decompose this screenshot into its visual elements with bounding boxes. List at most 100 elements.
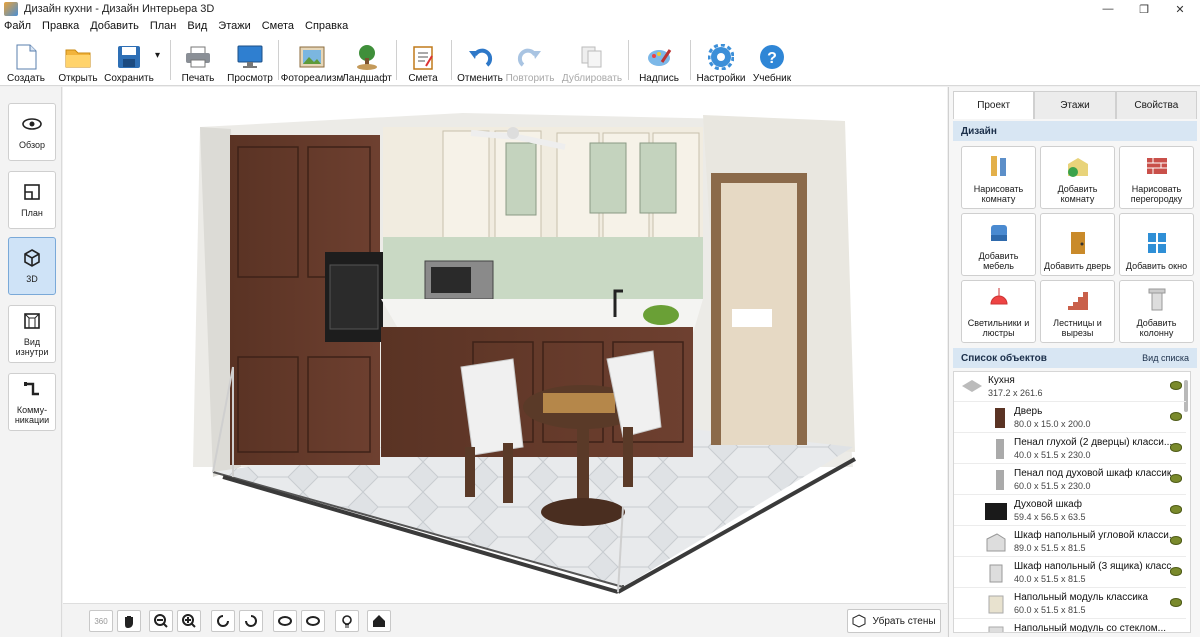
svg-text:?: ? <box>767 50 777 67</box>
list-item[interactable]: Пенал под духовой шкаф классик... 60.0 x… <box>954 465 1186 495</box>
communications-button[interactable]: Комму-никации <box>8 373 56 431</box>
rotate-left-button[interactable] <box>211 610 235 632</box>
design-grid: Нарисовать комнату Добавить комнату Нари… <box>961 146 1197 343</box>
visibility-eye-icon[interactable] <box>1170 412 1182 421</box>
stairs-button[interactable]: Лестницы и вырезы <box>1040 280 1115 343</box>
window-icon <box>1147 233 1166 253</box>
add-column-button[interactable]: Добавить колонну <box>1119 280 1194 343</box>
settings-button[interactable]: Настройки <box>696 36 746 84</box>
list-item[interactable]: Напольный модуль со стеклом... <box>954 620 1186 632</box>
visibility-eye-icon[interactable] <box>1170 567 1182 576</box>
menu-view[interactable]: Вид <box>187 20 207 32</box>
minimize-button[interactable]: — <box>1090 0 1126 18</box>
menu-add[interactable]: Добавить <box>90 20 139 32</box>
eye-icon <box>22 118 42 130</box>
visibility-eye-icon[interactable] <box>1170 474 1182 483</box>
door-thumb-icon <box>995 408 1005 428</box>
visibility-eye-icon[interactable] <box>1170 443 1182 452</box>
visibility-eye-icon[interactable] <box>1170 505 1182 514</box>
estimate-label: Смета <box>408 73 438 84</box>
add-door-button[interactable]: Добавить дверь <box>1040 213 1115 276</box>
add-room-button[interactable]: Добавить комнату <box>1040 146 1115 209</box>
photoreal-button[interactable]: Фотореализм <box>281 36 343 84</box>
list-item[interactable]: Дверь 80.0 x 15.0 x 200.0 <box>954 403 1186 433</box>
undo-button[interactable]: Отменить <box>457 36 503 84</box>
maximize-button[interactable]: ❐ <box>1126 0 1162 18</box>
menu-plan[interactable]: План <box>150 20 177 32</box>
preview-button[interactable]: Просмотр <box>227 36 273 84</box>
menu-floors[interactable]: Этажи <box>218 20 250 32</box>
rotate-360-button[interactable]: 360 <box>89 610 113 632</box>
zoom-out-button[interactable] <box>149 610 173 632</box>
plan-icon <box>24 184 40 200</box>
window-title: Дизайн кухни - Дизайн Интерьера 3D <box>24 3 215 15</box>
save-button[interactable]: Сохранить <box>104 36 154 84</box>
visibility-eye-icon[interactable] <box>1170 381 1182 390</box>
menu-file[interactable]: Файл <box>4 20 31 32</box>
tilt-down-button[interactable] <box>301 610 325 632</box>
tutorial-button[interactable]: ? Учебник <box>752 36 792 84</box>
separator <box>690 40 691 80</box>
home-view-button[interactable] <box>367 610 391 632</box>
list-item[interactable]: Пенал глухой (2 дверцы) класси... 40.0 x… <box>954 434 1186 464</box>
cabinet-thumb-icon <box>989 564 1003 583</box>
lights-button[interactable]: Светильники и люстры <box>961 280 1036 343</box>
monitor-icon <box>236 43 264 71</box>
tab-properties[interactable]: Свойства <box>1115 91 1197 119</box>
redo-button[interactable]: Повторить <box>506 36 554 84</box>
visibility-eye-icon[interactable] <box>1170 536 1182 545</box>
landscape-button[interactable]: Ландшафт <box>342 36 392 84</box>
landscape-label: Ландшафт <box>342 73 392 84</box>
draw-room-icon <box>990 156 1006 176</box>
kitchen-3d-render <box>193 113 856 594</box>
view-3d-button[interactable]: 3D <box>8 237 56 295</box>
list-item[interactable]: Напольный модуль классика 60.0 x 51.5 x … <box>954 589 1186 619</box>
tab-project[interactable]: Проект <box>953 91 1035 119</box>
separator <box>451 40 452 80</box>
panel-tabs: Проект Этажи Свойства <box>953 91 1197 119</box>
list-item[interactable]: Духовой шкаф 59.4 x 56.5 x 63.5 <box>954 496 1186 526</box>
separator <box>278 40 279 80</box>
redo-label: Повторить <box>505 73 555 84</box>
3d-viewport[interactable] <box>63 87 947 637</box>
overview-label: Обзор <box>19 140 45 150</box>
tab-floors[interactable]: Этажи <box>1034 91 1116 119</box>
print-button[interactable]: Печать <box>180 36 216 84</box>
tilt-up-button[interactable] <box>273 610 297 632</box>
overview-button[interactable]: Обзор <box>8 103 56 161</box>
view-list-toggle[interactable]: Вид списка <box>1142 353 1189 363</box>
inside-view-label: Вид изнутри <box>15 337 49 357</box>
label-button[interactable]: Надпись <box>638 36 680 84</box>
cabinet-thumb-icon <box>986 533 1006 552</box>
list-item[interactable]: Кухня 317.2 x 261.6 <box>954 372 1186 402</box>
rotate-right-button[interactable] <box>239 610 263 632</box>
save-dropdown-icon[interactable]: ▾ <box>155 50 160 61</box>
add-furniture-button[interactable]: Добавить мебель <box>961 213 1036 276</box>
draw-room-button[interactable]: Нарисовать комнату <box>961 146 1036 209</box>
draw-partition-button[interactable]: Нарисовать перегородку <box>1119 146 1194 209</box>
zoom-in-icon <box>182 614 196 628</box>
object-list[interactable]: Кухня 317.2 x 261.6 Дверь 80.0 x 15.0 x … <box>953 371 1191 633</box>
rotate-left-icon <box>217 615 229 627</box>
visibility-eye-icon[interactable] <box>1170 598 1182 607</box>
light-button[interactable] <box>335 610 359 632</box>
inside-view-button[interactable]: Вид изнутри <box>8 305 56 363</box>
list-item[interactable]: Шкаф напольный угловой класси... 89.0 x … <box>954 527 1186 557</box>
estimate-button[interactable]: Смета <box>406 36 440 84</box>
open-button[interactable]: Открыть <box>56 36 100 84</box>
menu-estimate[interactable]: Смета <box>262 20 294 32</box>
pan-button[interactable] <box>117 610 141 632</box>
create-button[interactable]: Создать <box>6 36 46 84</box>
add-window-button[interactable]: Добавить окно <box>1119 213 1194 276</box>
zoom-in-button[interactable] <box>177 610 201 632</box>
menu-help[interactable]: Справка <box>305 20 348 32</box>
menu-edit[interactable]: Правка <box>42 20 79 32</box>
close-button[interactable]: ✕ <box>1162 0 1198 18</box>
duplicate-button[interactable]: Дублировать <box>562 36 622 84</box>
list-item[interactable]: Шкаф напольный (3 ящика) класс... 40.0 x… <box>954 558 1186 588</box>
plan-button[interactable]: План <box>8 171 56 229</box>
preview-label: Просмотр <box>227 73 273 84</box>
partition-icon <box>1146 158 1167 174</box>
duplicate-icon <box>578 43 606 71</box>
remove-walls-button[interactable]: Убрать стены <box>847 609 941 633</box>
